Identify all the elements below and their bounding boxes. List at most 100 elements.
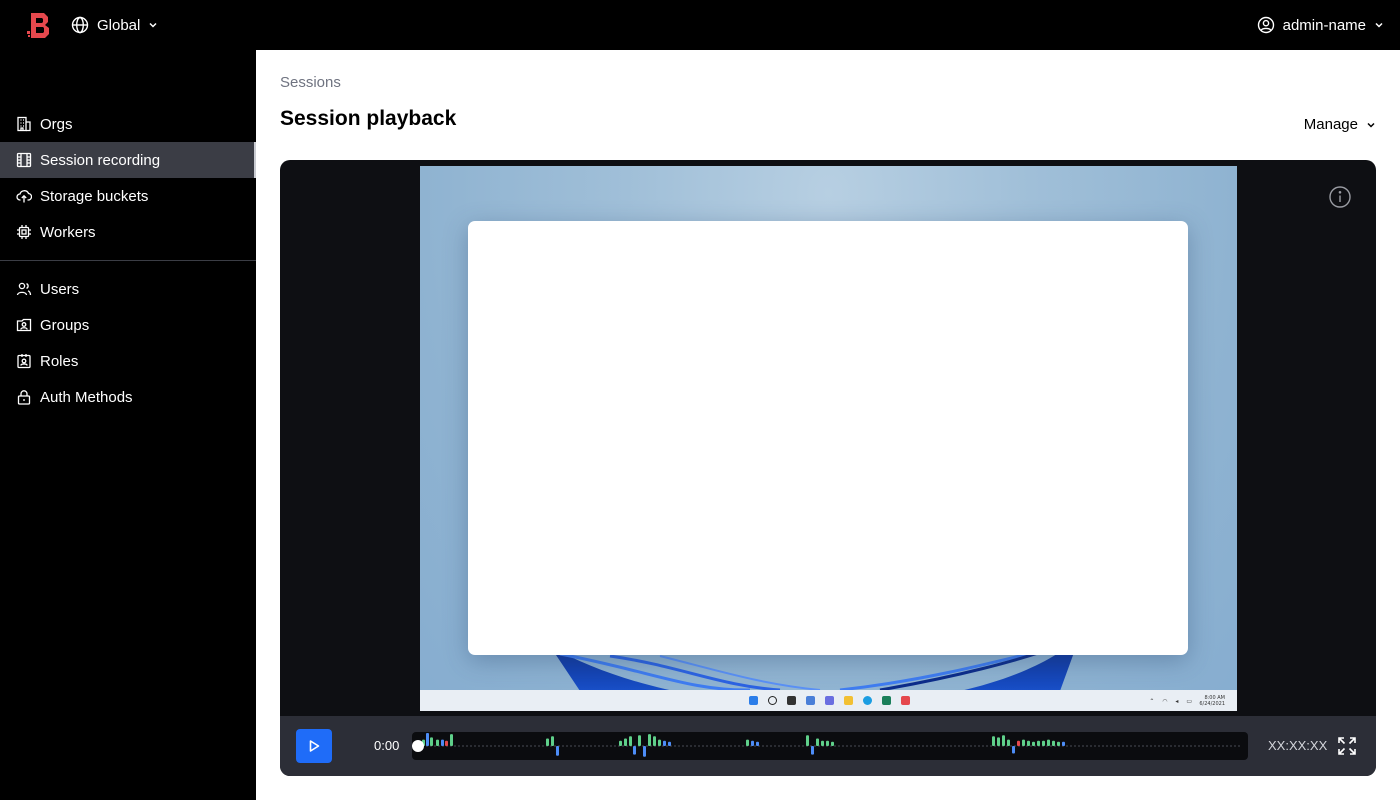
sidebar-item-label: Users: [40, 280, 80, 298]
event-marker: [1047, 739, 1050, 746]
sidebar-item-session-recording[interactable]: Session recording: [0, 142, 256, 178]
event-marker: [638, 735, 641, 746]
windows-taskbar: ⌃ ◠ ◂ ▭ 8:00 AM 6/24/2021: [420, 690, 1237, 711]
event-marker: [1052, 740, 1055, 746]
sidebar-item-groups[interactable]: Groups: [0, 307, 256, 343]
sidebar-item-orgs[interactable]: Orgs: [0, 106, 256, 142]
user-menu[interactable]: admin-name: [1257, 15, 1384, 35]
manage-label: Manage: [1303, 116, 1358, 133]
event-marker: [629, 736, 632, 746]
sidebar-item-workers[interactable]: Workers: [0, 214, 256, 250]
sidebar-divider: [0, 260, 256, 261]
sidebar-item-label: Orgs: [40, 115, 73, 133]
event-marker: [1032, 741, 1035, 746]
event-marker: [1062, 741, 1065, 746]
total-time: XX:XX:XX: [1268, 738, 1328, 753]
event-density-track: [412, 733, 1242, 757]
event-marker: [1012, 746, 1015, 754]
event-marker: [992, 736, 995, 746]
event-marker: [436, 739, 439, 746]
sidebar-item-users[interactable]: Users: [0, 271, 256, 307]
lock-icon: [16, 389, 32, 405]
main-content: Sessions Session playback Manage ⌃ ◠ ◂ ▭…: [256, 50, 1400, 800]
scope-selector[interactable]: Global: [71, 15, 158, 35]
event-marker: [826, 740, 829, 746]
groups-icon: [16, 317, 32, 333]
playback-timeline[interactable]: [412, 732, 1248, 760]
system-tray-icons: ⌃ ◠ ◂ ▭: [1149, 698, 1195, 705]
scope-label: Global: [97, 16, 141, 34]
event-marker: [643, 746, 646, 757]
search-icon: [768, 696, 777, 705]
event-marker: [811, 746, 814, 755]
event-marker: [663, 740, 666, 746]
event-marker: [556, 746, 559, 756]
event-marker: [551, 736, 554, 746]
play-icon: [309, 740, 320, 752]
widgets-icon: [806, 696, 815, 705]
tray-clock: 8:00 AM 6/24/2021: [1199, 695, 1225, 707]
event-marker: [756, 741, 759, 746]
event-marker: [816, 738, 819, 746]
breadcrumb[interactable]: Sessions: [280, 74, 341, 91]
event-marker: [441, 739, 444, 746]
event-marker: [1057, 741, 1060, 746]
sidebar-item-label: Auth Methods: [40, 388, 133, 406]
event-marker: [648, 734, 651, 746]
user-circle-icon: [1257, 16, 1274, 34]
users-icon: [16, 281, 32, 297]
manage-dropdown[interactable]: Manage: [1304, 116, 1376, 133]
boundary-logo[interactable]: [27, 11, 53, 39]
event-marker: [633, 746, 636, 755]
event-marker: [821, 740, 824, 746]
app-icon: [901, 696, 910, 705]
task-view-icon: [787, 696, 796, 705]
session-player: ⌃ ◠ ◂ ▭ 8:00 AM 6/24/2021 0:00 XX:XX:XX: [280, 160, 1376, 776]
event-marker: [619, 740, 622, 746]
top-bar: Global admin-name: [0, 0, 1400, 50]
event-marker: [1027, 740, 1030, 746]
folder-icon: [844, 696, 853, 705]
sidebar-item-roles[interactable]: Roles: [0, 343, 256, 379]
globe-icon: [71, 16, 89, 34]
chevron-down-icon: [1375, 22, 1383, 28]
app-window: [468, 221, 1188, 655]
event-marker: [445, 740, 448, 746]
event-marker: [668, 741, 671, 746]
fullscreen-icon[interactable]: [1337, 736, 1357, 756]
event-marker: [546, 738, 549, 746]
event-marker: [746, 739, 749, 746]
player-controls: 0:00 XX:XX:XX: [280, 716, 1376, 776]
id-card-icon: [16, 353, 32, 369]
event-marker: [450, 734, 453, 746]
chat-icon: [825, 696, 834, 705]
event-marker: [751, 740, 754, 746]
sidebar-item-label: Roles: [40, 352, 79, 370]
event-marker: [653, 736, 656, 746]
start-icon: [749, 696, 758, 705]
current-time: 0:00: [374, 738, 400, 753]
event-marker: [997, 737, 1000, 746]
chevron-down-icon: [149, 22, 157, 28]
info-icon[interactable]: [1328, 185, 1352, 209]
event-marker: [1007, 739, 1010, 746]
sidebar-item-label: Groups: [40, 316, 90, 334]
event-marker: [1037, 740, 1040, 746]
sidebar: Orgs Session recording Storage buckets W…: [0, 50, 256, 800]
film-icon: [16, 152, 32, 168]
event-marker: [1017, 740, 1020, 746]
event-marker: [624, 738, 627, 746]
cloud-upload-icon: [16, 188, 32, 204]
play-button[interactable]: [296, 729, 332, 763]
sidebar-item-label: Storage buckets: [40, 187, 149, 205]
sidebar-item-label: Session recording: [40, 151, 161, 169]
playhead-handle[interactable]: [412, 740, 424, 752]
chevron-down-icon: [1367, 122, 1375, 128]
sidebar-item-storage-buckets[interactable]: Storage buckets: [0, 178, 256, 214]
sidebar-item-label: Workers: [40, 223, 96, 241]
building-icon: [16, 116, 32, 132]
sidebar-item-auth-methods[interactable]: Auth Methods: [0, 379, 256, 415]
event-marker: [430, 737, 433, 746]
event-marker: [831, 741, 834, 746]
session-screen[interactable]: ⌃ ◠ ◂ ▭ 8:00 AM 6/24/2021: [420, 166, 1237, 711]
